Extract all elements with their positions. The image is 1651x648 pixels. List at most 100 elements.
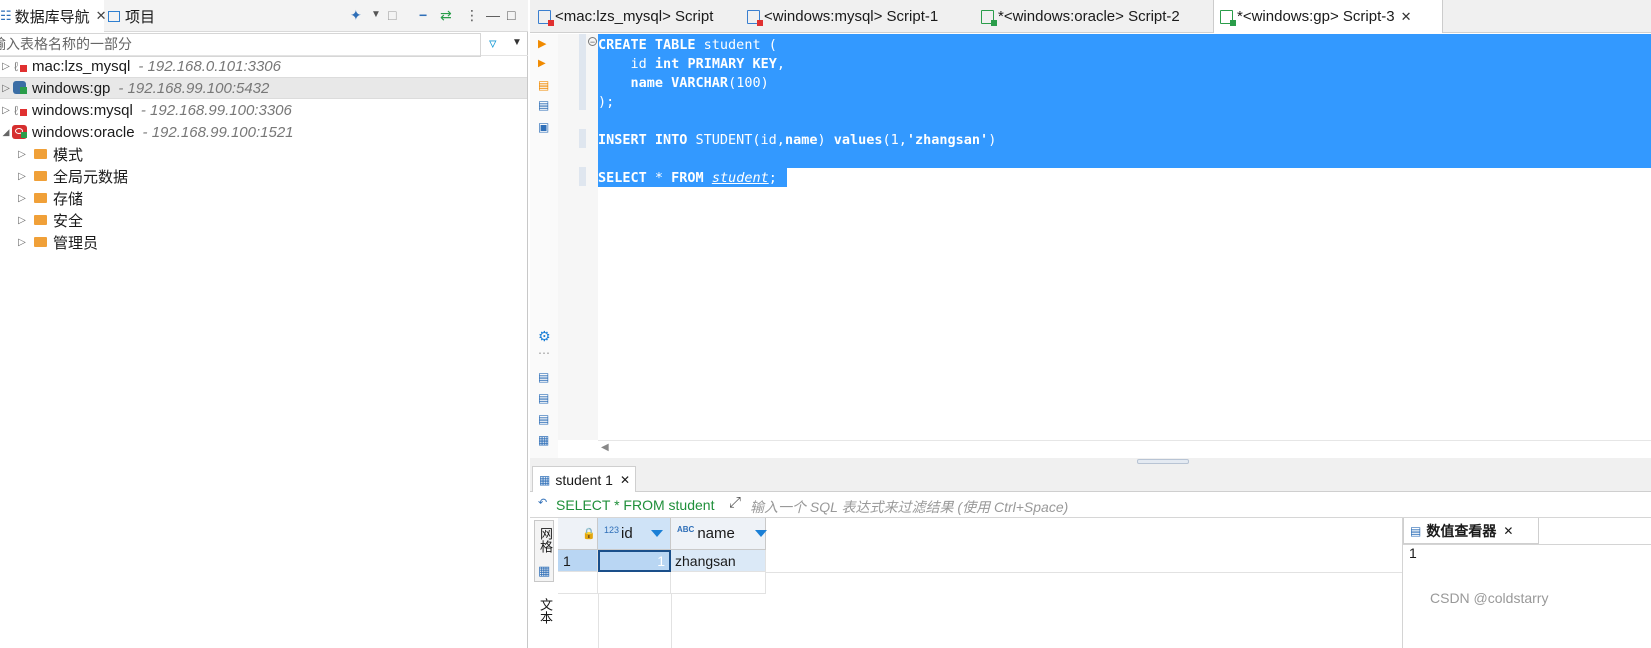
tree-node-label: 模式 [53,146,84,164]
tab-script-2[interactable]: *<windows:oracle> Script-2 [977,0,1215,33]
row-number[interactable]: 1 [558,550,598,572]
expand-icon[interactable]: ▷ [0,83,12,94]
connection-windows-oracle[interactable]: ◢ windows:oracle - 192.168.99.100:1521 [0,121,527,143]
text-type-icon: ABC [677,525,695,534]
column-header-id[interactable]: 123 id [598,518,671,550]
tab-script-1[interactable]: <windows:mysql> Script-1 [743,0,977,33]
execute-statement-icon[interactable]: ▶ [538,37,546,50]
chevron-down-icon[interactable]: ▼ [371,9,381,20]
close-tab-icon[interactable]: ✕ [620,473,630,487]
filter-dropdown-icon[interactable]: ▼ [512,37,522,48]
tab-label: 数值查看器 [1426,522,1497,539]
expand-filter-icon[interactable]: ⤢ [729,494,741,511]
explain-plan-icon[interactable]: ▤ [538,98,549,112]
new-folder-icon[interactable]: □ [388,7,396,23]
results-filter-input[interactable]: 输入一个 SQL 表达式来过滤结果 (使用 Ctrl+Space) [750,497,1068,517]
folder-icon [34,215,47,225]
value-viewer-panel: ▤ 数值查看器 ✕ 1 [1402,518,1651,648]
sql-editor[interactable]: CREATE TABLE student ( id int PRIMARY KE… [598,34,1651,440]
code-line-1: CREATE TABLE student ( [598,37,777,53]
expand-icon[interactable]: ▷ [16,237,28,248]
side-tab-text-label: 文本 [538,598,553,624]
tree-node-security[interactable]: ▷ 安全 [0,209,527,231]
executed-query-label[interactable]: SELECT * FROM student [556,497,714,513]
editor-results-splitter[interactable] [530,458,1651,466]
minimize-icon[interactable]: — [486,7,500,23]
collapse-all-icon[interactable]: − [419,7,427,23]
tab-projects[interactable]: 项目 [108,0,168,32]
tab-label: <mac:lzs_mysql> Script [555,8,714,25]
grid-filler [671,594,672,648]
expand-icon[interactable]: ▷ [16,171,28,182]
tab-script-mac-lzs-mysql[interactable]: <mac:lzs_mysql> Script [534,0,742,33]
terminal-icon[interactable]: ▣ [538,120,549,134]
tree-node-administrator[interactable]: ▷ 管理员 [0,231,527,253]
results-filter-bar: ↶ SELECT * FROM student ⤢ 输入一个 SQL 表达式来过… [530,492,1651,518]
close-tab-icon[interactable]: ✕ [1401,9,1412,25]
tree-node-global-metadata[interactable]: ▷ 全局元数据 [0,165,527,187]
connection-windows-mysql[interactable]: ▷ ℓ windows:mysql - 192.168.99.100:3306 [0,99,527,121]
column-header-name[interactable]: ABC name [671,518,767,550]
folder-icon [34,193,47,203]
connection-name: mac:lzs_mysql [32,57,131,75]
tree-node-schemas[interactable]: ▷ 模式 [0,143,527,165]
grid-filler [766,550,1402,573]
load-script-icon[interactable]: ▤ [538,412,549,426]
connection-host: - 192.168.99.100:3306 [140,101,292,119]
close-tab-icon[interactable]: ✕ [1503,524,1513,538]
export-icon[interactable]: ▤ [538,370,549,384]
tab-value-viewer[interactable]: ▤ 数值查看器 ✕ [1403,518,1539,544]
tab-database-navigator[interactable]: ☷ 数据库导航 ✕ [0,0,107,32]
database-icon: ☷ [0,8,12,23]
empty-cell [671,572,766,594]
side-tab-grid-label: 网格 [538,527,553,553]
navigator-filter-bar: 输入表格名称的一部分 ▿ ▼ [0,32,528,57]
side-tab-grid[interactable]: 网格 ▦ [534,520,554,582]
folder-icon [34,171,47,181]
execute-script-icon[interactable]: ▤ [538,78,549,92]
import-icon[interactable]: ▤ [538,391,549,405]
expand-icon[interactable]: ▷ [0,105,12,116]
empty-row-header [558,572,598,594]
execute-statement-new-tab-icon[interactable]: ▶ [538,58,546,69]
script-icon [1220,9,1236,26]
outline-icon[interactable]: ▦ [538,433,549,447]
sort-dropdown-icon[interactable] [650,530,663,537]
connection-windows-gp[interactable]: ▷ windows:gp - 192.168.99.100:5432 [0,77,527,99]
filter-icon[interactable]: ▿ [489,34,497,52]
fold-icon[interactable]: − [588,37,597,47]
code-line-4: ); [598,94,615,110]
side-tab-text[interactable]: 文本 [534,592,554,648]
sort-dropdown-icon[interactable] [754,530,767,537]
tab-label: <windows:mysql> Script-1 [764,8,939,25]
column-name: id [621,525,633,542]
tab-results-student[interactable]: ▦ student 1 ✕ [532,466,636,492]
maximize-icon[interactable]: □ [507,7,515,23]
horizontal-scrollbar[interactable]: ◀ [598,440,1651,458]
connection-host: - 192.168.99.100:5432 [118,79,270,97]
more-menu-icon[interactable]: ⋮ [465,7,479,24]
scroll-left-icon[interactable]: ◀ [601,442,609,453]
tab-label: *<windows:gp> Script-3 [1237,8,1395,25]
connection-name: windows:mysql [32,101,133,119]
tab-script-3[interactable]: *<windows:gp> Script-3 ✕ [1213,0,1443,33]
expand-icon[interactable]: ▷ [16,215,28,226]
link-editor-icon[interactable]: ⇄ [440,7,452,24]
cell-name[interactable]: zhangsan [671,550,766,572]
cell-id[interactable]: 1 [598,550,671,572]
code-line-2: id int PRIMARY KEY, [598,56,785,72]
collapse-icon[interactable]: ◢ [0,127,12,138]
tree-node-label: 存储 [53,190,84,208]
close-icon[interactable]: ✕ [96,8,107,24]
new-connection-icon[interactable]: ✦ [350,7,362,24]
expand-icon[interactable]: ▷ [16,149,28,160]
schema-folder-icon [34,149,47,159]
value-viewer-content[interactable]: 1 [1409,545,1417,561]
table-filter-input[interactable]: 输入表格名称的一部分 [0,33,481,57]
connection-host: - 192.168.0.101:3306 [138,57,281,75]
tree-node-storage[interactable]: ▷ 存储 [0,187,527,209]
expand-icon[interactable]: ▷ [16,193,28,204]
connection-mac-lzs-mysql[interactable]: ▷ ℓ mac:lzs_mysql - 192.168.0.101:3306 [0,55,527,77]
settings-gear-icon[interactable]: ⚙ [538,328,551,345]
expand-icon[interactable]: ▷ [0,61,12,72]
